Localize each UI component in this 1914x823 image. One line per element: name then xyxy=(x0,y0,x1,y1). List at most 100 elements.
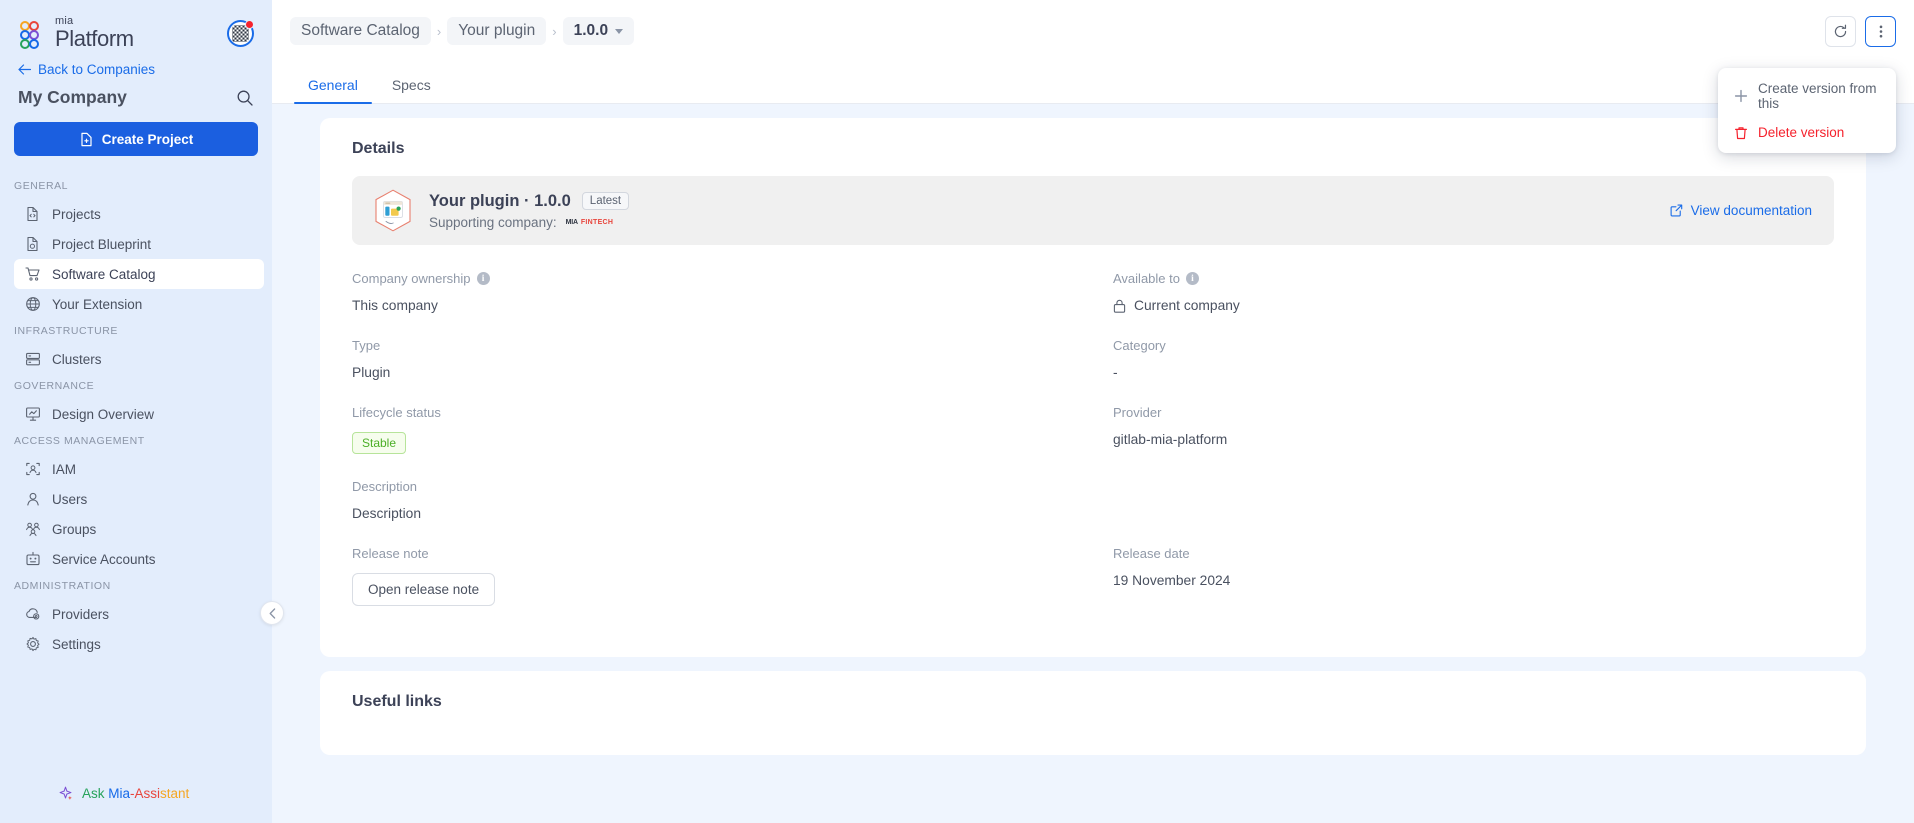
field-value: 19 November 2024 xyxy=(1113,573,1834,588)
sidebar-item-software-catalog[interactable]: Software Catalog xyxy=(14,259,264,289)
globe-icon xyxy=(24,296,41,313)
arrow-left-icon xyxy=(18,64,31,75)
sidebar-collapse-button[interactable] xyxy=(260,601,284,625)
open-release-note-button[interactable]: Open release note xyxy=(352,573,496,606)
sidebar-item-label: Software Catalog xyxy=(52,266,156,282)
field-spacer xyxy=(1113,479,1834,521)
tab-general[interactable]: General xyxy=(294,77,372,104)
field-description: Description Description xyxy=(352,479,1073,521)
sidebar-item-label: Projects xyxy=(52,206,101,222)
sidebar-item-project-blueprint[interactable]: Project Blueprint xyxy=(14,229,264,259)
sidebar-item-providers[interactable]: Providers xyxy=(14,599,264,629)
server-icon xyxy=(24,351,41,368)
nav-section-title: GOVERNANCE xyxy=(14,380,95,392)
details-card-title: Details xyxy=(352,140,405,157)
topbar: Software Catalog › Your plugin › 1.0.0 xyxy=(272,0,1914,62)
robot-icon xyxy=(24,551,41,568)
plus-icon xyxy=(1734,89,1748,103)
sidebar-item-settings[interactable]: Settings xyxy=(14,629,264,659)
page-content: Details Your plugin · 1.0.0 Latest Suppo… xyxy=(272,104,1914,823)
create-project-button[interactable]: Create Project xyxy=(14,122,258,156)
chevron-down-icon xyxy=(615,28,624,34)
cart-icon xyxy=(24,266,41,283)
info-icon[interactable]: i xyxy=(1185,272,1199,285)
details-fields-grid: Company ownership i This company Available … xyxy=(352,271,1834,631)
trash-icon xyxy=(1734,126,1748,140)
breadcrumb-version-label: 1.0.0 xyxy=(573,22,609,39)
field-label: Description xyxy=(352,479,1073,494)
back-to-companies-link[interactable]: Back to Companies xyxy=(0,60,272,87)
field-label: Available to i xyxy=(1113,271,1834,286)
sidebar-nav: GENERAL Projects Project Blueprint Software… xyxy=(0,174,272,776)
avatar[interactable] xyxy=(227,19,254,47)
field-value-text: Description xyxy=(352,506,422,521)
field-label-text: Provider xyxy=(1113,405,1162,420)
menu-item-create-version-from-this[interactable]: Create version from this xyxy=(1718,74,1896,118)
field-label: Category xyxy=(1113,338,1834,353)
sidebar-item-your-extension[interactable]: Your Extension xyxy=(14,289,264,319)
field-value-text: gitlab-mia-platform xyxy=(1113,432,1228,447)
sidebar-item-clusters[interactable]: Clusters xyxy=(14,344,264,374)
field-value: Stable xyxy=(352,432,1073,454)
sidebar-item-users[interactable]: Users xyxy=(14,484,264,514)
mia-fintech-word: FINTECH xyxy=(580,218,614,226)
field-value-text: Plugin xyxy=(352,365,391,380)
brand-platform-label: Platform xyxy=(55,26,134,51)
field-value: gitlab-mia-platform xyxy=(1113,432,1834,447)
mia-platform-logo-icon xyxy=(18,20,48,50)
sidebar-item-projects[interactable]: Projects xyxy=(14,199,264,229)
mia-fintech-logo: MIA FINTECH xyxy=(566,219,614,226)
nav-section-title: ADMINISTRATION xyxy=(14,580,111,592)
field-company-ownership: Company ownership i This company xyxy=(352,271,1073,313)
supporting-company-label: Supporting company: xyxy=(429,214,557,230)
useful-links-card: Useful links xyxy=(320,671,1866,755)
more-vertical-icon xyxy=(1879,25,1882,37)
brand-logo[interactable]: mia Platform xyxy=(18,16,134,50)
sidebar-item-label: Groups xyxy=(52,521,97,537)
notification-badge xyxy=(245,19,254,29)
search-icon[interactable] xyxy=(236,89,254,107)
menu-item-label: Create version from this xyxy=(1758,81,1877,111)
back-to-companies-label: Back to Companies xyxy=(38,62,156,77)
view-documentation-label: View documentation xyxy=(1690,203,1812,218)
tab-bar: General Specs xyxy=(272,62,1914,104)
sidebar-item-design-overview[interactable]: Design Overview xyxy=(14,399,264,429)
refresh-button[interactable] xyxy=(1825,15,1856,47)
file-code-icon xyxy=(24,206,41,223)
view-documentation-link[interactable]: View documentation xyxy=(1670,203,1812,218)
field-label-text: Release date xyxy=(1113,546,1190,561)
breadcrumb-separator: › xyxy=(436,23,442,39)
create-project-label: Create Project xyxy=(101,131,194,147)
breadcrumb-item-your-plugin[interactable]: Your plugin xyxy=(447,17,547,45)
sidebar-item-label: IAM xyxy=(52,461,77,477)
menu-item-delete-version[interactable]: Delete version xyxy=(1718,118,1896,147)
breadcrumb-version-selector[interactable]: 1.0.0 xyxy=(562,17,635,45)
tab-specs[interactable]: Specs xyxy=(378,77,445,103)
new-file-icon xyxy=(81,132,92,146)
nav-section-title: ACCESS MANAGEMENT xyxy=(14,435,145,447)
sidebar-item-label: Users xyxy=(52,491,88,507)
info-icon[interactable]: i xyxy=(476,272,490,285)
field-release-note: Release note Open release note xyxy=(352,546,1073,606)
breadcrumb-item-software-catalog[interactable]: Software Catalog xyxy=(290,17,431,45)
sidebar-item-iam[interactable]: IAM xyxy=(14,454,264,484)
field-type: Type Plugin xyxy=(352,338,1073,380)
groups-icon xyxy=(24,521,41,538)
breadcrumb: Software Catalog › Your plugin › 1.0.0 xyxy=(290,17,635,45)
useful-links-title: Useful links xyxy=(352,693,442,710)
sidebar-item-groups[interactable]: Groups xyxy=(14,514,264,544)
plugin-hexagon-icon xyxy=(375,189,411,232)
breadcrumb-separator: › xyxy=(552,23,557,39)
sidebar-item-service-accounts[interactable]: Service Accounts xyxy=(14,544,264,574)
latest-badge: Latest xyxy=(581,192,630,210)
nav-section-title: GENERAL xyxy=(14,180,69,192)
details-card: Details Your plugin · 1.0.0 Latest Suppo… xyxy=(320,118,1866,657)
plugin-banner: Your plugin · 1.0.0 Latest Supporting co… xyxy=(352,176,1834,245)
field-release-date: Release date 19 November 2024 xyxy=(1113,546,1834,606)
ask-mia-assistant-button[interactable]: Ask Mia-Assistant xyxy=(0,776,272,823)
field-category: Category - xyxy=(1113,338,1834,380)
sidebar-item-label: Your Extension xyxy=(52,296,143,312)
field-lifecycle-status: Lifecycle status Stable xyxy=(352,405,1073,454)
field-label-text: Type xyxy=(352,338,381,353)
more-options-button[interactable] xyxy=(1865,15,1896,47)
